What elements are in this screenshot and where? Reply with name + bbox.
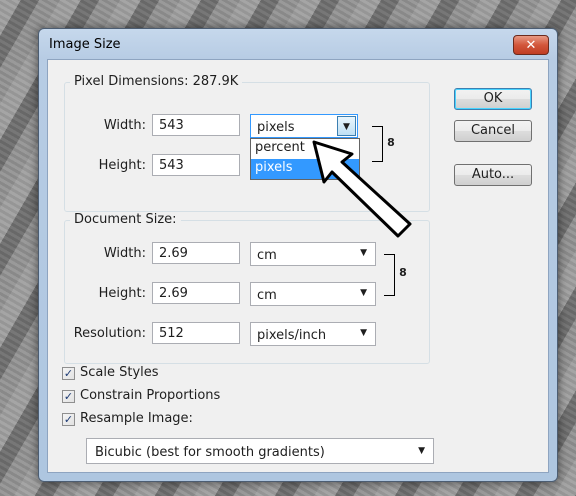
doc-width-unit-select[interactable]: cm ▼ xyxy=(250,242,376,266)
scale-styles-checkbox[interactable]: ✓ xyxy=(62,367,75,380)
doc-width-label: Width: xyxy=(103,246,146,261)
dialog-body: Pixel Dimensions: 287.9K Width: 543 pixe… xyxy=(47,59,549,473)
resample-method-value: Bicubic (best for smooth gradients) xyxy=(95,445,325,460)
check-icon: ✓ xyxy=(63,390,74,403)
doc-height-label: Height: xyxy=(98,286,146,301)
resolution-value: 512 xyxy=(159,326,184,341)
check-icon: ✓ xyxy=(63,413,74,426)
pixel-width-unit-select[interactable]: pixels ▼ xyxy=(250,114,358,138)
resample-image-label[interactable]: Resample Image: xyxy=(80,411,193,426)
title-bar[interactable]: Image Size ✕ xyxy=(39,29,557,59)
resample-image-checkbox[interactable]: ✓ xyxy=(62,413,75,426)
scale-styles-label[interactable]: Scale Styles xyxy=(80,365,159,380)
close-icon: ✕ xyxy=(525,37,537,53)
auto-button[interactable]: Auto... xyxy=(454,164,532,186)
doc-height-value: 2.69 xyxy=(159,286,188,301)
chain-link-icon: 8 xyxy=(399,266,407,279)
chevron-down-icon: ▼ xyxy=(418,446,425,456)
resolution-unit-value: pixels/inch xyxy=(257,328,327,343)
pixel-height-label: Height: xyxy=(98,158,146,173)
doc-height-unit-select[interactable]: cm ▼ xyxy=(250,282,376,306)
doc-height-unit-value: cm xyxy=(257,288,277,303)
chevron-down-icon[interactable]: ▼ xyxy=(337,116,356,136)
pixel-width-unit-value: pixels xyxy=(257,120,295,135)
pixel-width-input[interactable]: 543 xyxy=(152,114,240,136)
dialog-title: Image Size xyxy=(49,37,121,52)
constrain-proportions-label[interactable]: Constrain Proportions xyxy=(80,388,220,403)
image-size-dialog: Image Size ✕ Pixel Dimensions: 287.9K Wi… xyxy=(38,28,558,482)
close-button[interactable]: ✕ xyxy=(513,35,549,55)
pixel-width-label: Width: xyxy=(103,118,146,133)
doc-width-value: 2.69 xyxy=(159,246,188,261)
pixel-height-value: 543 xyxy=(159,158,184,173)
chevron-down-icon: ▼ xyxy=(360,248,367,258)
doc-height-input[interactable]: 2.69 xyxy=(152,282,240,304)
doc-width-input[interactable]: 2.69 xyxy=(152,242,240,264)
mouse-cursor-icon xyxy=(312,140,412,238)
pixel-height-input[interactable]: 543 xyxy=(152,154,240,176)
chevron-down-icon: ▼ xyxy=(360,288,367,298)
chevron-down-icon: ▼ xyxy=(360,328,367,338)
pixel-width-value: 543 xyxy=(159,118,184,133)
ok-button[interactable]: OK xyxy=(454,88,532,110)
doc-constrain-link-bracket xyxy=(384,254,395,296)
cancel-button[interactable]: Cancel xyxy=(454,120,532,142)
resolution-label: Resolution: xyxy=(73,326,146,341)
resolution-input[interactable]: 512 xyxy=(152,322,240,344)
resolution-unit-select[interactable]: pixels/inch ▼ xyxy=(250,322,376,346)
resample-method-select[interactable]: Bicubic (best for smooth gradients) ▼ xyxy=(86,438,434,464)
check-icon: ✓ xyxy=(63,367,74,380)
doc-width-unit-value: cm xyxy=(257,248,277,263)
pixel-dimensions-legend: Pixel Dimensions: 287.9K xyxy=(70,74,243,89)
document-size-legend: Document Size: xyxy=(70,212,181,227)
constrain-proportions-checkbox[interactable]: ✓ xyxy=(62,390,75,403)
